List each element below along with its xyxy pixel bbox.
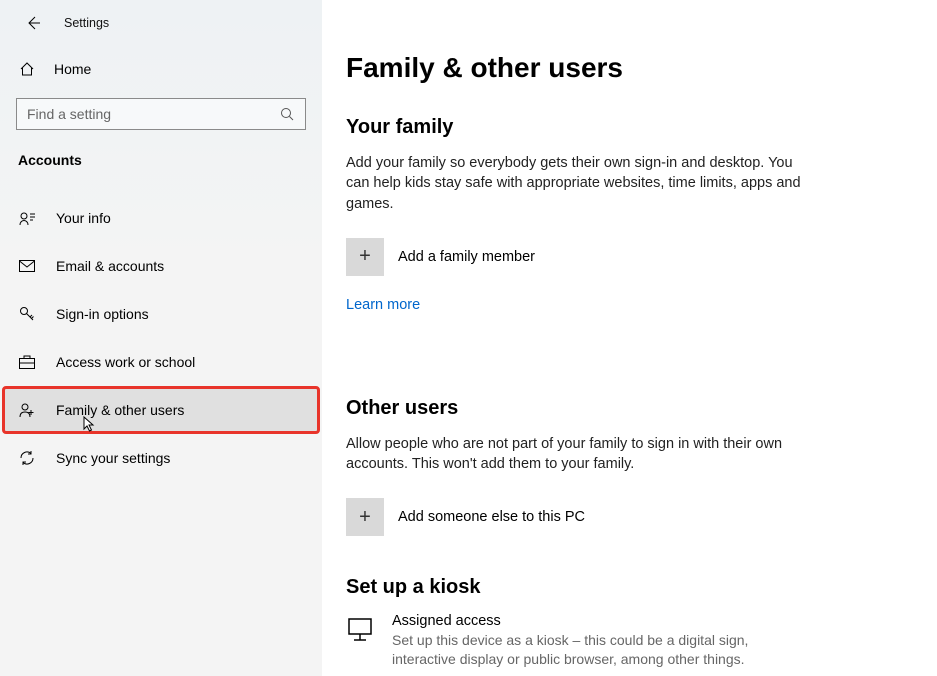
sidebar-item-label: Sign-in options <box>56 306 149 322</box>
search-icon <box>280 107 294 124</box>
people-icon <box>18 401 36 419</box>
sidebar-item-label: Family & other users <box>56 402 184 418</box>
page-title: Family & other users <box>346 52 877 84</box>
other-body: Allow people who are not part of your fa… <box>346 434 806 475</box>
app-title: Settings <box>64 16 109 30</box>
sidebar-item-signin[interactable]: Sign-in options <box>0 290 322 338</box>
search-wrap <box>16 98 306 130</box>
sidebar-item-label: Your info <box>56 210 111 226</box>
mail-icon <box>18 257 36 275</box>
add-other-label: Add someone else to this PC <box>398 509 585 525</box>
monitor-icon <box>346 615 374 643</box>
main-content: Family & other users Your family Add you… <box>322 0 937 676</box>
key-icon <box>18 305 36 323</box>
other-users-section: Other users Allow people who are not par… <box>346 397 877 537</box>
kiosk-desc: Set up this device as a kiosk – this cou… <box>392 631 806 669</box>
briefcase-icon <box>18 353 36 371</box>
add-family-label: Add a family member <box>398 249 535 265</box>
kiosk-text: Assigned access Set up this device as a … <box>392 613 806 669</box>
kiosk-title: Assigned access <box>392 613 806 629</box>
sidebar-section-title: Accounts <box>0 130 322 176</box>
family-heading: Your family <box>346 116 877 139</box>
person-card-icon <box>18 209 36 227</box>
nav-list: Your info Email & accounts Sign-in optio… <box>0 194 322 482</box>
nav-home-label: Home <box>54 61 91 77</box>
sidebar-item-your-info[interactable]: Your info <box>0 194 322 242</box>
search-input[interactable] <box>16 98 306 130</box>
sidebar-item-family[interactable]: Family & other users <box>2 386 320 434</box>
back-icon[interactable] <box>24 14 42 32</box>
kiosk-section: Set up a kiosk Assigned access Set up th… <box>346 576 877 669</box>
add-family-button[interactable]: + Add a family member <box>346 238 877 276</box>
kiosk-heading: Set up a kiosk <box>346 576 877 599</box>
learn-more-link[interactable]: Learn more <box>346 297 420 313</box>
home-icon <box>18 60 36 78</box>
nav-home[interactable]: Home <box>0 48 322 90</box>
plus-icon: + <box>346 498 384 536</box>
sync-icon <box>18 449 36 467</box>
sidebar-item-sync[interactable]: Sync your settings <box>0 434 322 482</box>
assigned-access-button[interactable]: Assigned access Set up this device as a … <box>346 613 806 669</box>
sidebar-item-email[interactable]: Email & accounts <box>0 242 322 290</box>
other-heading: Other users <box>346 397 877 420</box>
add-other-button[interactable]: + Add someone else to this PC <box>346 498 877 536</box>
sidebar-item-label: Access work or school <box>56 354 195 370</box>
family-section: Your family Add your family so everybody… <box>346 116 877 357</box>
sidebar-item-work[interactable]: Access work or school <box>0 338 322 386</box>
sidebar-item-label: Email & accounts <box>56 258 164 274</box>
family-body: Add your family so everybody gets their … <box>346 153 806 214</box>
sidebar: Settings Home Accounts Your info Email &… <box>0 0 322 676</box>
plus-icon: + <box>346 238 384 276</box>
sidebar-item-label: Sync your settings <box>56 450 170 466</box>
